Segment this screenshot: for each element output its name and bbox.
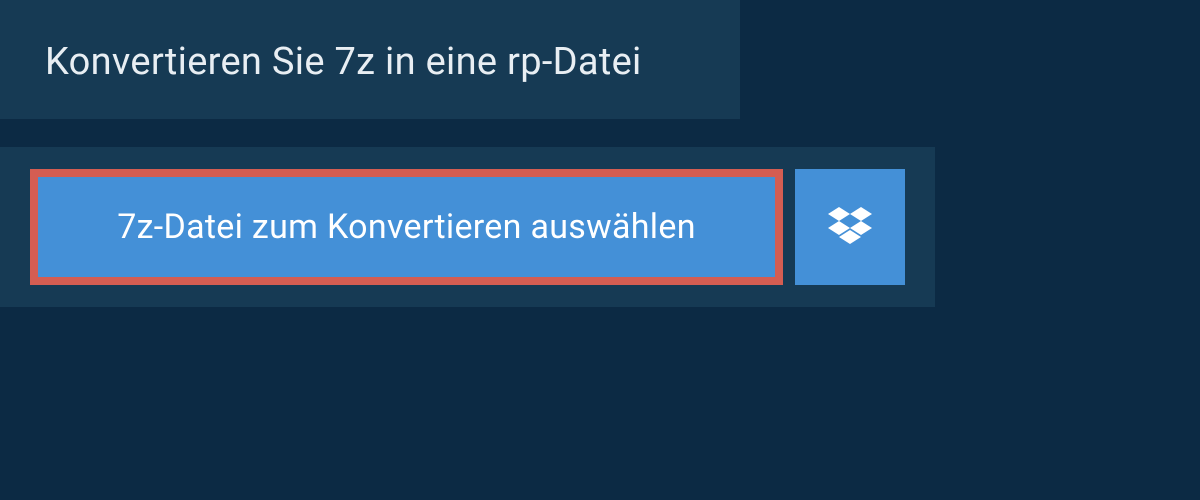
dropbox-icon (828, 207, 872, 247)
header-panel: Konvertieren Sie 7z in eine rp-Datei (0, 0, 740, 119)
select-file-button[interactable]: 7z-Datei zum Konvertieren auswählen (30, 169, 783, 285)
page-title: Konvertieren Sie 7z in eine rp-Datei (45, 40, 695, 84)
dropbox-button[interactable] (795, 169, 905, 285)
action-bar: 7z-Datei zum Konvertieren auswählen (0, 147, 935, 307)
select-file-label: 7z-Datei zum Konvertieren auswählen (117, 207, 696, 247)
